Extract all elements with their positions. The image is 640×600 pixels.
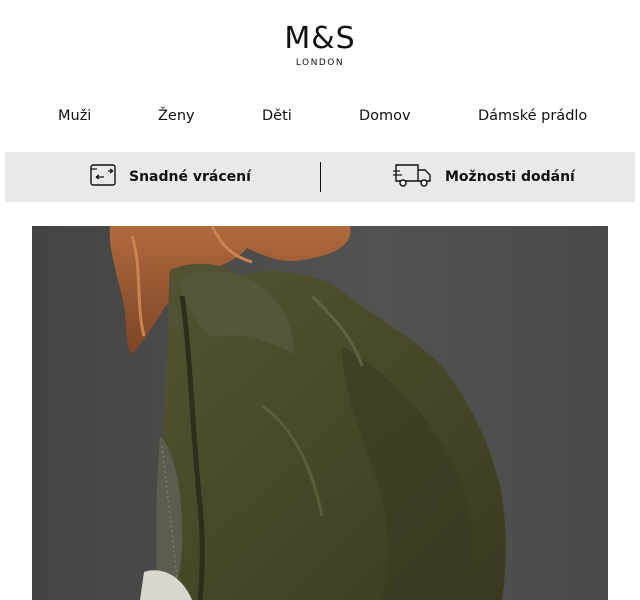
easy-returns-link[interactable]: Snadné vrácení xyxy=(89,152,251,202)
nav-link-zeny[interactable]: Ženy xyxy=(158,108,195,124)
brand-logo[interactable]: M&S LONDON xyxy=(0,22,640,69)
email-page: M&S LONDON Muži Ženy Děti Domov Dámské p… xyxy=(0,0,640,600)
brand-subtitle: LONDON xyxy=(295,58,345,68)
easy-returns-label: Snadné vrácení xyxy=(129,169,251,185)
nav-link-domov[interactable]: Domov xyxy=(359,108,411,124)
brand-name: M&S xyxy=(284,21,356,56)
nav-link-muzi[interactable]: Muži xyxy=(58,108,91,124)
nav-link-damske-pradlo[interactable]: Dámské prádlo xyxy=(478,108,587,124)
nav-link-deti[interactable]: Děti xyxy=(262,108,292,124)
delivery-truck-icon xyxy=(393,162,433,192)
hero-image[interactable] xyxy=(32,226,608,600)
info-divider xyxy=(320,162,321,192)
main-navigation: Muži Ženy Děti Domov Dámské prádlo xyxy=(0,108,640,130)
service-info-bar: Snadné vrácení Možnosti dodání xyxy=(5,152,635,202)
delivery-options-link[interactable]: Možnosti dodání xyxy=(393,152,575,202)
hero-jacket-illustration xyxy=(32,226,608,600)
return-box-icon xyxy=(89,163,117,191)
delivery-options-label: Možnosti dodání xyxy=(445,169,575,185)
